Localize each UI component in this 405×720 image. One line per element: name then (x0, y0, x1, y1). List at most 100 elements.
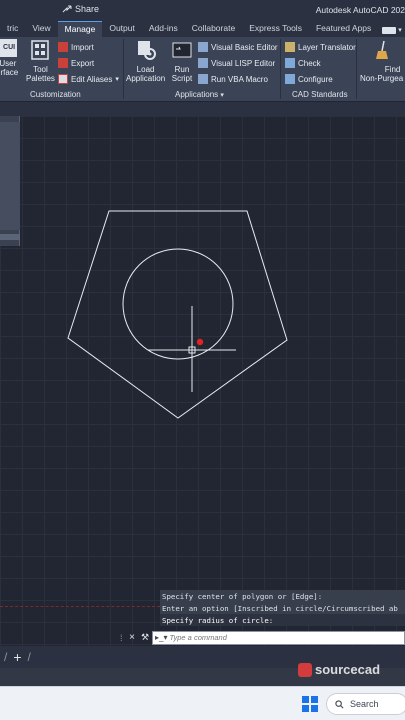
snap-marker (196, 338, 204, 346)
tool-palettes-button[interactable]: Tool Palettes (26, 39, 55, 83)
visual-basic-editor-label: Visual Basic Editor (211, 42, 278, 52)
crosshair-cursor (148, 306, 236, 392)
run-vba-macro-icon (198, 74, 208, 84)
title-bar: Share Autodesk AutoCAD 202 (0, 0, 405, 21)
cad-standards-panel-title: CAD Standards (292, 90, 348, 99)
command-prompt-line: Specify radius of circle: (160, 614, 405, 626)
ribbon-display-dropdown[interactable]: ▾ (382, 21, 402, 37)
panel-divider (123, 39, 124, 99)
import-icon (58, 42, 68, 52)
export-icon (58, 58, 68, 68)
search-icon (335, 699, 344, 708)
command-history-line: Specify center of polygon or [Edge]: (160, 590, 405, 602)
user-interface-button[interactable]: CUI User erface (0, 39, 18, 77)
command-history: Specify center of polygon or [Edge]: Ent… (160, 590, 405, 626)
broom-icon (375, 40, 388, 59)
import-button[interactable]: Import (58, 42, 94, 52)
configure-button[interactable]: Configure (285, 74, 333, 84)
palette-scrollbar[interactable] (0, 234, 20, 240)
windows-start-icon[interactable] (302, 696, 318, 712)
panel-divider (356, 39, 357, 99)
tool-palette-panel[interactable] (0, 116, 20, 246)
run-script-icon (172, 42, 192, 58)
edit-aliases-label: Edit Aliases (71, 74, 113, 84)
check-button[interactable]: Check (285, 58, 321, 68)
command-prompt-icon[interactable]: ▸_▾ (155, 633, 167, 642)
cui-icon: CUI (0, 39, 18, 57)
wrench-icon[interactable]: ⚒ (138, 632, 152, 643)
tool-palettes-line2: Palettes (26, 74, 55, 83)
search-label: Search (350, 699, 379, 709)
close-icon[interactable]: × (126, 632, 138, 643)
export-button[interactable]: Export (58, 58, 94, 68)
layer-translator-label: Layer Translator (298, 42, 356, 52)
applications-panel-title-label: Applications (175, 90, 219, 99)
watermark-text: sourcecad (315, 662, 381, 677)
taskbar-search[interactable]: Search (326, 693, 405, 715)
tab-partial[interactable]: tric (0, 21, 25, 37)
configure-icon (285, 74, 295, 84)
ribbon-panel: CUI User erface Tool Palettes Import Exp… (0, 37, 405, 102)
sourcecad-watermark: sourcecad (298, 662, 380, 677)
run-vba-macro-label: Run VBA Macro (211, 74, 268, 84)
layer-translator-icon (285, 42, 295, 52)
chevron-down-icon: ▾ (220, 92, 224, 99)
panel-divider (280, 39, 281, 99)
load-application-icon (137, 41, 156, 60)
tab-manage[interactable]: Manage (57, 21, 103, 37)
share-label: Share (75, 4, 100, 14)
find-non-purgeable-line2: Non-Purgea (360, 74, 404, 83)
user-interface-line1: User (0, 59, 17, 68)
run-script-line2: Script (171, 74, 193, 83)
circle-shape[interactable] (122, 248, 234, 360)
ribbon-toggle-icon (382, 26, 397, 34)
tab-view[interactable]: View (25, 21, 57, 37)
sourcecad-logo-icon (298, 662, 312, 677)
ribbon-tabs: tric View Manage Output Add-ins Collabor… (0, 21, 405, 37)
tab-featured-apps[interactable]: Featured Apps (309, 21, 378, 37)
app-title: Autodesk AutoCAD 202 (315, 5, 405, 15)
command-history-line: Enter an option [Inscribed in circle/Cir… (160, 602, 405, 614)
check-label: Check (298, 58, 321, 68)
share-icon (62, 5, 72, 13)
layout-tab-slash[interactable]: / (28, 650, 31, 664)
chevron-down-icon: ▾ (115, 76, 119, 83)
tab-output[interactable]: Output (102, 21, 142, 37)
user-interface-line2: erface (0, 68, 19, 77)
windows-taskbar: Search (0, 686, 405, 720)
load-application-line2: Application (126, 74, 166, 83)
layer-translator-button[interactable]: Layer Translator (285, 42, 356, 52)
command-line: ⁞ × ⚒ ▸_▾ (120, 630, 405, 645)
tab-add-ins[interactable]: Add-ins (142, 21, 185, 37)
visual-lisp-editor-icon (198, 58, 208, 68)
edit-aliases-button[interactable]: Edit Aliases ▾ (58, 74, 119, 84)
load-application-button[interactable]: Load Application (126, 39, 165, 83)
export-label: Export (71, 58, 95, 68)
run-script-line1: Run (174, 65, 190, 74)
import-label: Import (71, 42, 94, 52)
command-input[interactable] (169, 633, 380, 642)
run-vba-macro-button[interactable]: Run VBA Macro (198, 74, 268, 84)
pentagon-shape[interactable] (67, 210, 288, 419)
add-layout-icon[interactable]: + (13, 649, 21, 665)
find-non-purgeable-button[interactable]: Find Non-Purgea (360, 39, 403, 83)
applications-panel-title[interactable]: Applications ▾ (175, 90, 224, 99)
chevron-down-icon: ▾ (398, 27, 402, 34)
viewport-boundary (0, 606, 160, 607)
layout-tab-slash[interactable]: / (4, 650, 7, 664)
file-tab-strip (0, 102, 405, 116)
run-script-button[interactable]: Run Script (171, 39, 193, 83)
visual-lisp-editor-button[interactable]: Visual LISP Editor (198, 58, 275, 68)
configure-label: Configure (298, 74, 333, 84)
command-input-box[interactable]: ▸_▾ (152, 630, 405, 645)
tab-express-tools[interactable]: Express Tools (242, 21, 309, 37)
check-icon (285, 58, 295, 68)
drawing-canvas[interactable] (0, 116, 405, 646)
tab-collaborate[interactable]: Collaborate (185, 21, 242, 37)
drawing-svg[interactable] (0, 116, 405, 646)
share-button[interactable]: Share (62, 4, 99, 14)
visual-basic-editor-button[interactable]: Visual Basic Editor (198, 42, 278, 52)
customization-panel-title: Customization (30, 90, 81, 99)
palette-body (0, 122, 20, 230)
load-application-line1: Load (136, 65, 155, 74)
